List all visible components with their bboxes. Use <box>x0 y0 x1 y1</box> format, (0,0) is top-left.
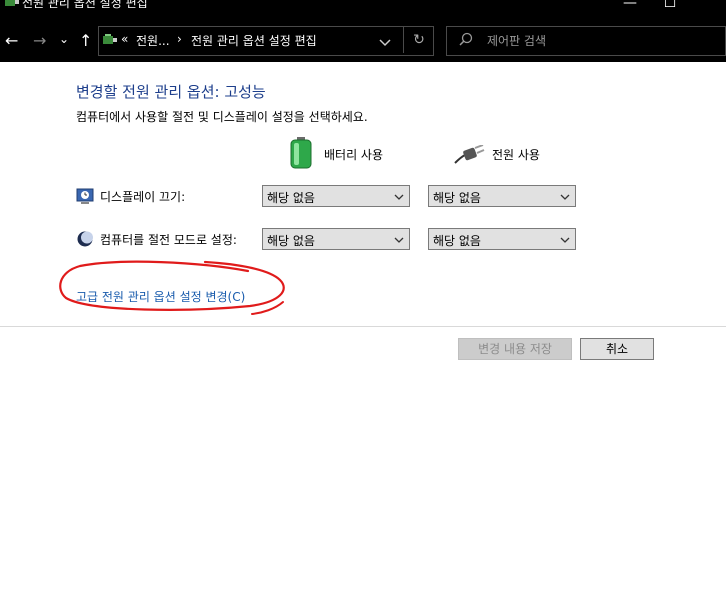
minimize-button[interactable]: — <box>610 0 650 16</box>
forward-button[interactable]: → <box>33 32 46 50</box>
advanced-settings-link[interactable]: 고급 전원 관리 옵션 설정 변경(C) <box>76 288 245 305</box>
chevron-down-icon <box>394 233 404 247</box>
search-icon <box>459 32 473 49</box>
refresh-button[interactable]: ↻ <box>403 27 434 53</box>
chevron-down-icon[interactable] <box>379 36 391 50</box>
display-off-battery-select[interactable]: 해당 없음 <box>262 185 410 207</box>
display-off-label: 디스플레이 끄기: <box>100 190 186 204</box>
power-options-icon <box>4 0 20 13</box>
maximize-button[interactable]: ☐ <box>650 0 690 16</box>
monitor-clock-icon <box>76 187 94 208</box>
power-options-icon <box>102 32 118 51</box>
search-box[interactable]: 제어판 검색 <box>446 26 726 56</box>
battery-icon <box>290 137 312 172</box>
search-input[interactable]: 제어판 검색 <box>487 32 546 49</box>
footer-divider <box>0 326 726 327</box>
breadcrumb-parent[interactable]: 전원... <box>136 32 170 49</box>
breadcrumb-current[interactable]: 전원 관리 옵션 설정 편집 <box>191 32 317 49</box>
recent-locations-button[interactable]: ⌄ <box>59 30 69 48</box>
chevron-down-icon <box>560 190 570 204</box>
display-off-plugged-select[interactable]: 해당 없음 <box>428 185 576 207</box>
breadcrumb-overflow[interactable]: « <box>121 32 128 46</box>
sleep-plugged-select[interactable]: 해당 없음 <box>428 228 576 250</box>
sleep-moon-icon <box>76 230 94 251</box>
breadcrumb-separator[interactable]: › <box>177 32 182 46</box>
cancel-button[interactable]: 취소 <box>580 338 654 360</box>
up-button[interactable]: ↑ <box>79 32 92 50</box>
sleep-label: 컴퓨터를 절전 모드로 설정: <box>100 233 237 247</box>
back-button[interactable]: ← <box>5 32 18 50</box>
page-title: 변경할 전원 관리 옵션: 고성능 <box>76 83 266 101</box>
window-title: 전원 관리 옵션 설정 편집 <box>22 0 148 10</box>
chevron-down-icon <box>394 190 404 204</box>
page-description: 컴퓨터에서 사용할 절전 및 디스플레이 설정을 선택하세요. <box>76 110 368 124</box>
chevron-down-icon <box>560 233 570 247</box>
save-changes-button[interactable]: 변경 내용 저장 <box>458 338 572 360</box>
power-plug-icon <box>453 144 485 168</box>
plugged-in-column-header: 전원 사용 <box>492 148 540 162</box>
battery-column-header: 배터리 사용 <box>324 148 384 162</box>
sleep-battery-select[interactable]: 해당 없음 <box>262 228 410 250</box>
address-bar[interactable]: « 전원... › 전원 관리 옵션 설정 편집 <box>98 26 434 56</box>
title-bar: 전원 관리 옵션 설정 편집 — ☐ <box>0 0 726 22</box>
